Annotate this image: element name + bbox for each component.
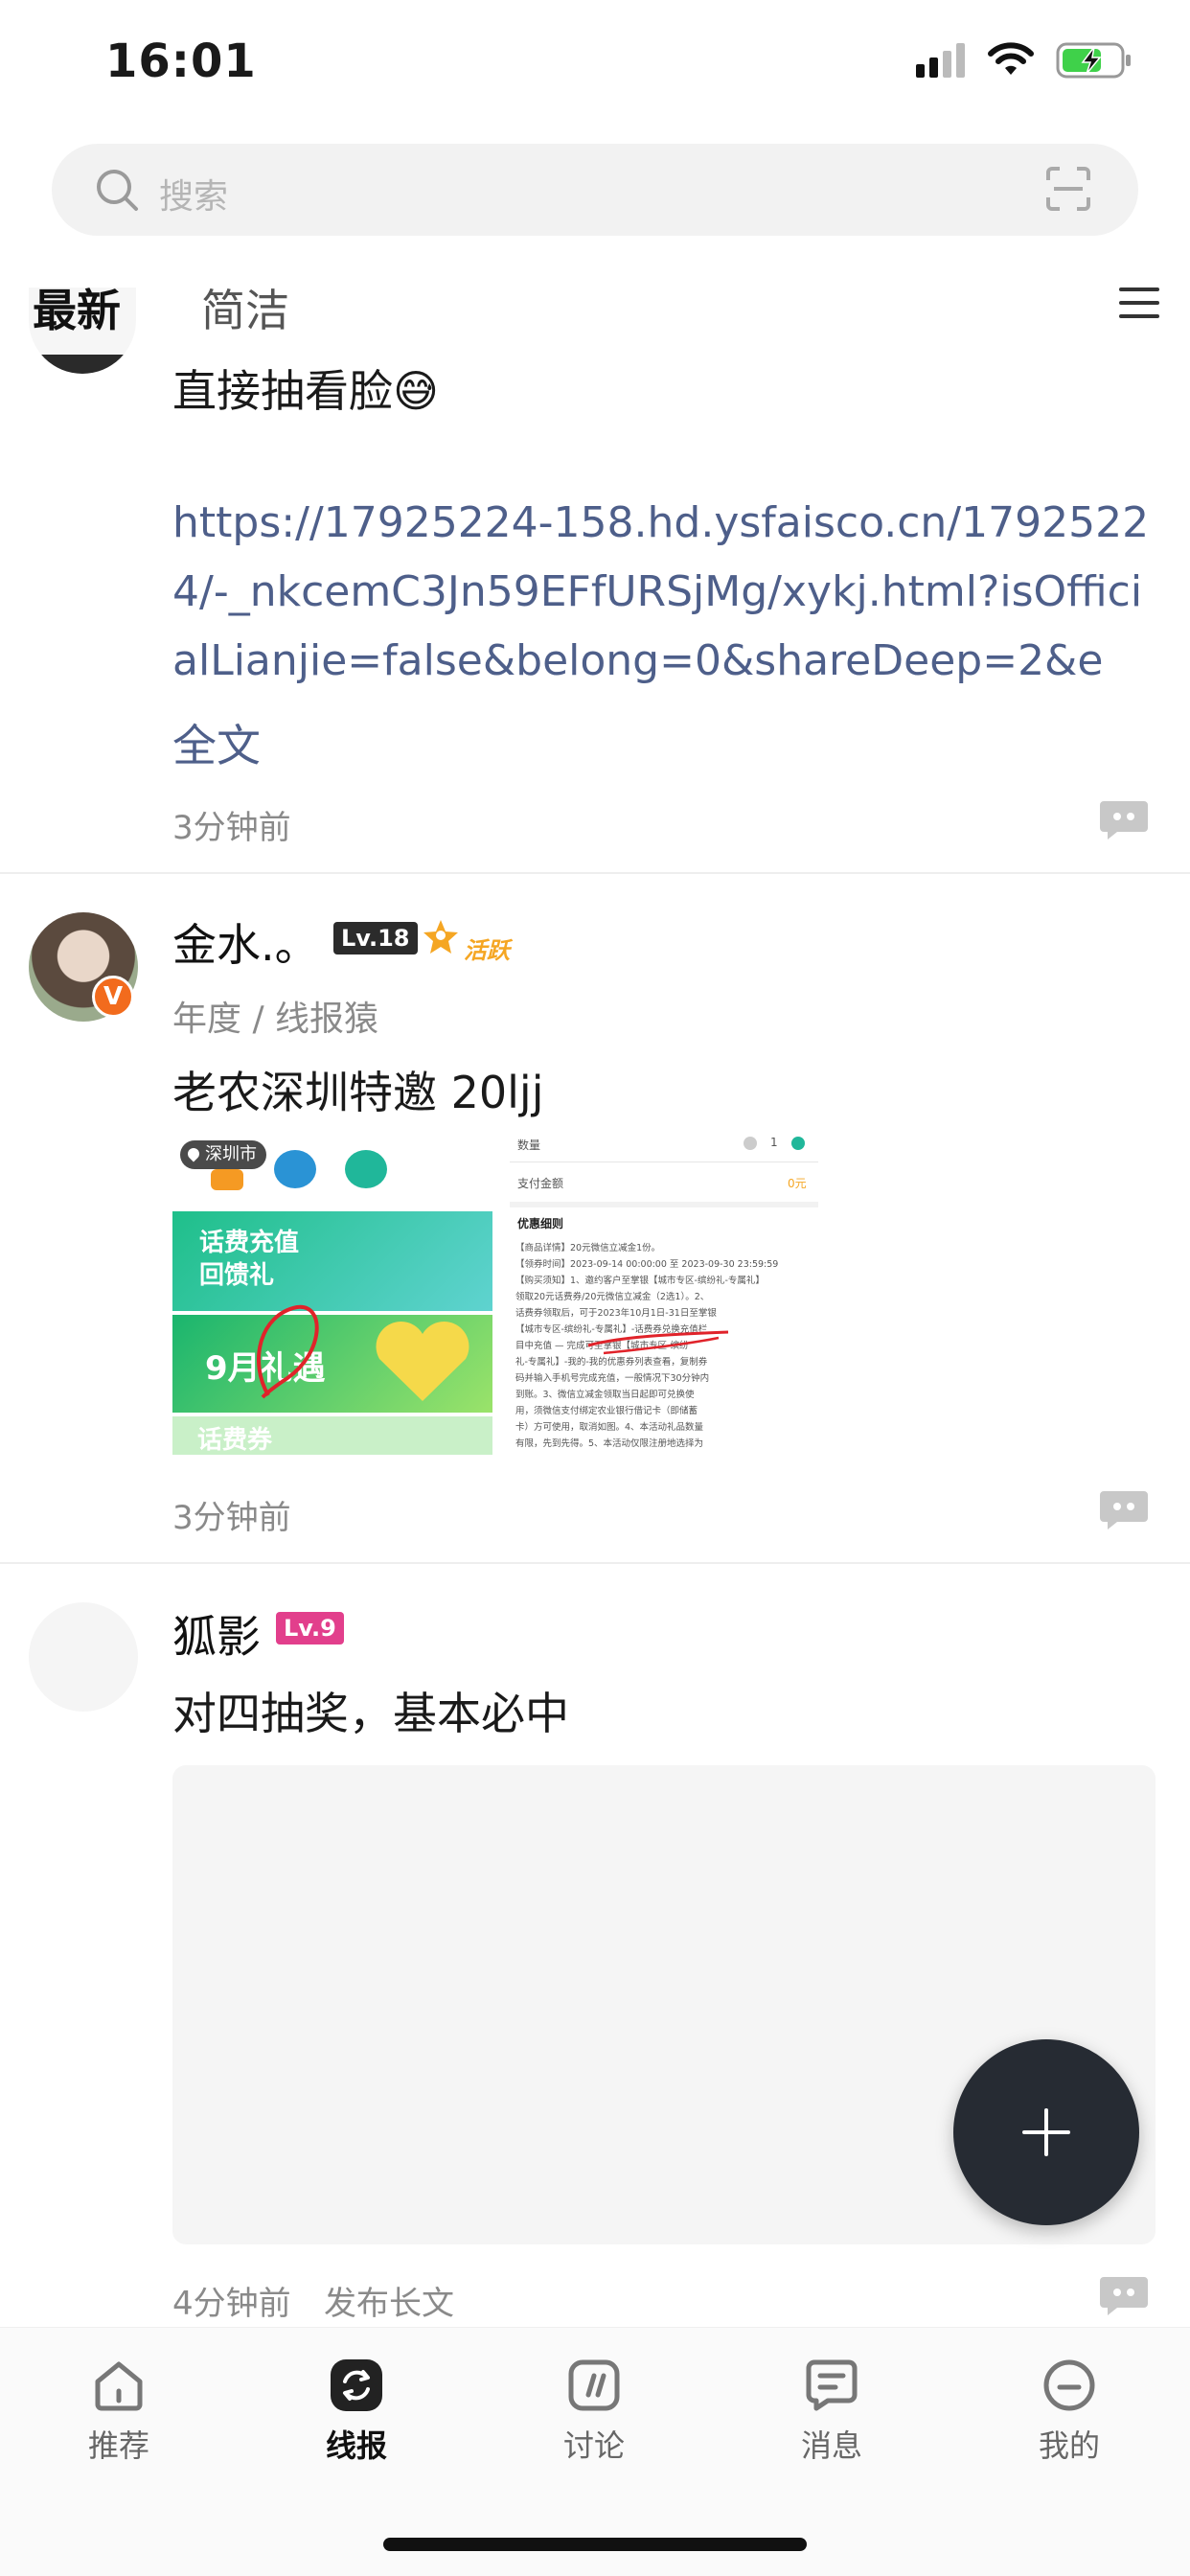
- nav-item-messages[interactable]: 消息: [755, 2357, 908, 2466]
- qty-minus-icon: [744, 1137, 757, 1150]
- tab-simple[interactable]: 简洁: [201, 276, 289, 339]
- status-icons: [916, 42, 1133, 79]
- nav-item-discuss[interactable]: 讨论: [517, 2357, 671, 2466]
- post-text[interactable]: 老农深圳特邀 20ljj: [172, 1058, 544, 1121]
- active-badge-label: 活跃: [464, 937, 510, 964]
- home-icon: [95, 2361, 143, 2411]
- red-underline-mark: [587, 1330, 729, 1355]
- rules-line: 【领券时间】2023-09-14 00:00:00 至 2023-09-30 2…: [515, 1259, 779, 1270]
- battery-charging-icon: [1056, 42, 1131, 79]
- scan-icon[interactable]: [1046, 167, 1090, 211]
- status-time: 16:01: [105, 34, 257, 88]
- post-link[interactable]: https://17925224-158.hd.ysfaisco.cn/1792…: [172, 489, 1150, 696]
- pay-value: 0元: [788, 1177, 807, 1190]
- comment-icon[interactable]: [1098, 2275, 1150, 2317]
- verified-badge: V: [92, 976, 134, 1018]
- user-title: 年度 / 线报猿: [172, 1000, 379, 1039]
- search-bar[interactable]: 搜索: [52, 144, 1138, 236]
- active-star-icon: [423, 920, 458, 954]
- rules-line: 码并输入手机号完成充值，一般情况下30分钟内: [515, 1373, 710, 1384]
- nav-label: 推荐: [87, 2427, 149, 2464]
- nav-item-deals[interactable]: 线报: [280, 2357, 433, 2466]
- discuss-icon: [568, 2359, 620, 2411]
- message-icon: [806, 2359, 858, 2411]
- thumb-app-icon: [274, 1150, 316, 1188]
- post-text[interactable]: 对四抽奖，基本必中: [172, 1679, 569, 1742]
- divider: [0, 1562, 1190, 1564]
- wifi-icon: [988, 42, 1034, 75]
- feed-tabs: 最新 简洁: [0, 259, 1190, 355]
- qty-plus-icon: [791, 1137, 805, 1150]
- qty-label: 数量: [517, 1138, 541, 1152]
- comment-icon[interactable]: [1098, 1489, 1150, 1531]
- profile-icon: [1043, 2359, 1095, 2411]
- heart-graphic: [376, 1322, 469, 1401]
- nav-label: 消息: [800, 2427, 862, 2464]
- post-text[interactable]: 直接抽看脸😅: [172, 356, 439, 420]
- add-post-button[interactable]: [953, 2039, 1139, 2225]
- comment-icon[interactable]: [1098, 799, 1150, 841]
- nav-label: 讨论: [562, 2427, 625, 2464]
- search-icon: [97, 170, 138, 211]
- rules-line: 有限，先到先得。5、本活动仅限注册地选择为: [515, 1438, 704, 1449]
- plus-icon: [1044, 2108, 1048, 2156]
- rules-line: 【购买须知】1、邀约客户至掌银【城市专区-缤纷礼-专属礼】: [515, 1276, 765, 1286]
- post-image[interactable]: 深圳市 话费充值 回馈礼 9月礼遇 话费券: [172, 1137, 492, 1455]
- rules-line: 卡）方可使用，取消如图。4、本活动礼品数量: [515, 1422, 704, 1433]
- avatar[interactable]: [29, 1602, 138, 1712]
- username[interactable]: 金水.。: [172, 910, 319, 974]
- nav-item-profile[interactable]: 我的: [993, 2357, 1146, 2466]
- thumb-app-icon: [211, 1169, 243, 1190]
- rules-line: 话费券领取后，可于2023年10月1日-31日至掌银: [515, 1308, 717, 1319]
- nav-label: 线报: [325, 2427, 387, 2464]
- rules-line: 领取20元话费券/20元微信立减金（2选1）。2、: [515, 1292, 710, 1302]
- divider: [0, 872, 1190, 874]
- nav-label: 我的: [1038, 2427, 1100, 2464]
- rules-title: 优惠细则: [517, 1217, 564, 1230]
- cellular-signal-icon: [916, 43, 965, 78]
- nav-item-recommend[interactable]: 推荐: [42, 2357, 195, 2466]
- location-pin-icon: [185, 1145, 202, 1162]
- post-time: 3分钟前: [172, 809, 291, 847]
- qty-value: 1: [770, 1136, 778, 1149]
- level-badge: Lv.9: [276, 1612, 344, 1644]
- city-label: 深圳市: [205, 1144, 257, 1164]
- post-time: 4分钟前: [172, 2285, 291, 2323]
- rules-line: 用，须微信支付绑定农业银行借记卡（即储蓄: [515, 1406, 698, 1416]
- thumb-app-icon: [345, 1150, 387, 1188]
- red-circle-mark: [257, 1304, 319, 1399]
- menu-icon[interactable]: [1119, 284, 1159, 322]
- level-badge: Lv.18: [333, 922, 418, 954]
- city-tag: 深圳市: [180, 1140, 266, 1169]
- rules-line: 到账。3、微信立减金领取当日起即可兑换使: [515, 1390, 695, 1400]
- post-time: 3分钟前: [172, 1499, 291, 1537]
- post-type-label: 发布长文: [324, 2285, 454, 2323]
- thumb-banner-text: 话费充值 回馈礼: [199, 1229, 300, 1290]
- fulltext-link[interactable]: 全文: [172, 711, 261, 774]
- thumb-banner: 话费券: [172, 1416, 492, 1455]
- post-image[interactable]: 数量 1 支付金额 0元 优惠细则 【商品详情】20元微信立减金1份。 【领券时…: [510, 1121, 818, 1455]
- username[interactable]: 狐影: [172, 1602, 261, 1666]
- thumb-banner: 9月礼遇: [172, 1304, 492, 1413]
- search-input[interactable]: 搜索: [159, 169, 228, 218]
- status-bar: 16:01: [0, 0, 1190, 134]
- tab-latest[interactable]: 最新: [33, 276, 121, 339]
- pay-label: 支付金额: [517, 1177, 564, 1190]
- refresh-icon: [331, 2359, 382, 2411]
- thumb-banner-text: 话费券: [197, 1426, 273, 1455]
- home-indicator: [383, 2538, 807, 2551]
- rules-line: 【商品详情】20元微信立减金1份。: [515, 1243, 661, 1254]
- thumb-divider: [510, 1202, 818, 1208]
